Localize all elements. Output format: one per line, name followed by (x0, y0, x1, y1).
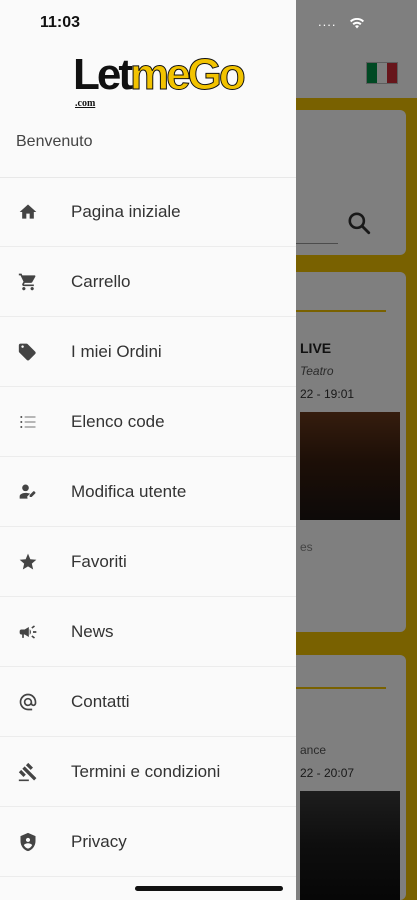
menu-item-cart[interactable]: Carrello (0, 247, 296, 317)
menu-item-label: Contatti (71, 691, 130, 711)
status-time: 11:03 (40, 14, 81, 31)
drawer-menu: Pagina iniziale Carrello I miei Ordini E… (0, 177, 296, 877)
menu-item-favorites[interactable]: Favoriti (0, 527, 296, 597)
list-icon (17, 411, 39, 433)
megaphone-icon (17, 621, 39, 643)
menu-item-news[interactable]: News (0, 597, 296, 667)
menu-item-terms[interactable]: Termini e condizioni (0, 737, 296, 807)
letmego-logo: LetmeGo .com (73, 50, 246, 116)
logo-wordmark: LetmeGo (73, 50, 246, 100)
tags-icon (17, 341, 39, 363)
menu-item-home[interactable]: Pagina iniziale (0, 177, 296, 247)
menu-item-label: Modifica utente (71, 481, 187, 501)
user-edit-icon (17, 481, 39, 503)
wifi-icon (350, 17, 365, 29)
menu-item-queues[interactable]: Elenco code (0, 387, 296, 457)
menu-item-privacy[interactable]: Privacy (0, 807, 296, 877)
signal-dots: .... (318, 14, 337, 29)
logo-word-me: me (130, 50, 192, 100)
home-indicator[interactable] (135, 886, 283, 891)
logo-word-go: Go (187, 50, 246, 100)
menu-item-label: News (71, 621, 114, 641)
menu-item-label: Elenco code (71, 411, 165, 431)
logo-subtext: .com (75, 98, 96, 109)
cart-icon (17, 271, 39, 293)
menu-item-label: Carrello (71, 271, 131, 291)
gavel-icon (17, 761, 39, 783)
star-icon (17, 551, 39, 573)
menu-item-label: Favoriti (71, 551, 127, 571)
shield-icon (17, 831, 39, 853)
menu-item-edit-user[interactable]: Modifica utente (0, 457, 296, 527)
menu-item-label: Pagina iniziale (71, 201, 181, 221)
menu-item-orders[interactable]: I miei Ordini (0, 317, 296, 387)
at-icon (17, 691, 39, 713)
logo-word-let: Let (73, 50, 133, 99)
status-signal: .... (318, 14, 365, 29)
navigation-drawer: 11:03 LetmeGo .com Benvenuto Pagina iniz… (0, 0, 296, 900)
menu-item-label: Termini e condizioni (71, 761, 221, 781)
menu-item-contacts[interactable]: Contatti (0, 667, 296, 737)
menu-item-label: I miei Ordini (71, 341, 162, 361)
welcome-text: Benvenuto (16, 133, 93, 150)
home-icon (17, 201, 39, 223)
menu-item-label: Privacy (71, 831, 127, 851)
